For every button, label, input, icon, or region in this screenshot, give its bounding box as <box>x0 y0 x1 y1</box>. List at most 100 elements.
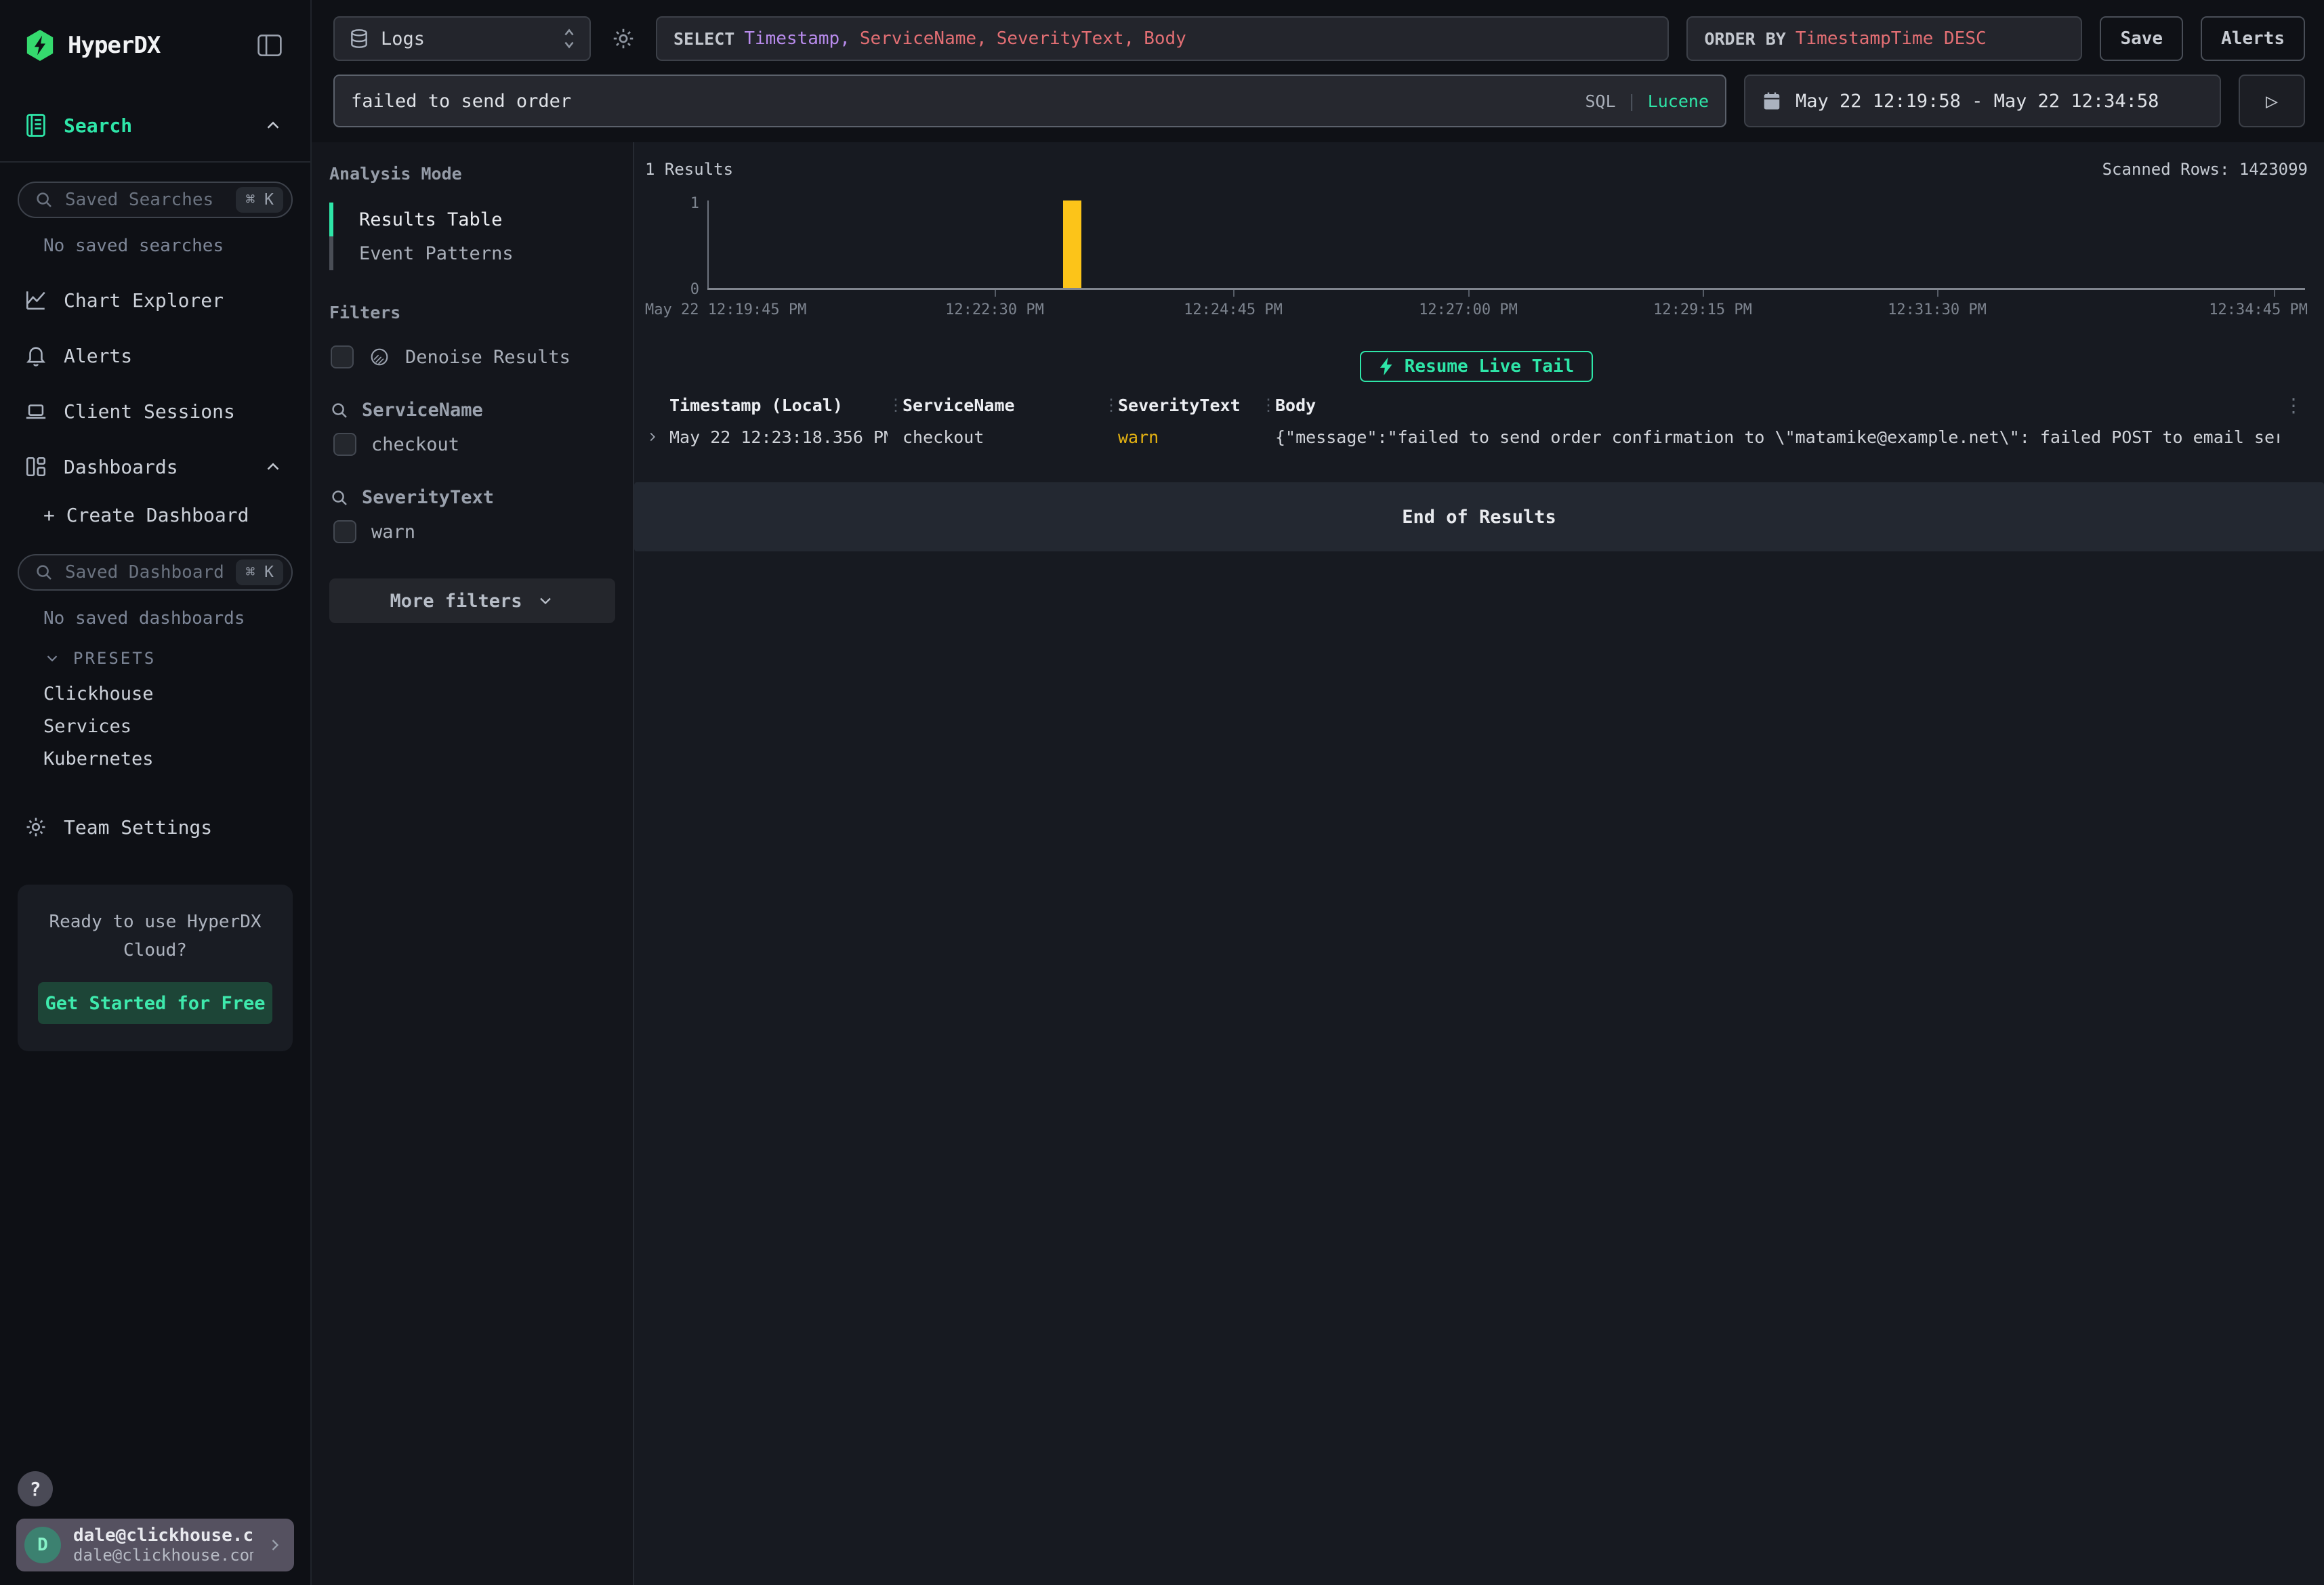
column-separator-icon[interactable] <box>888 396 902 415</box>
laptop-icon <box>24 400 47 423</box>
mode-event-patterns[interactable]: Event Patterns <box>329 236 615 270</box>
bell-icon <box>24 344 47 367</box>
results-area: 1 Results Scanned Rows: 1423099 1 0 May … <box>634 142 2324 1585</box>
saved-searches-input[interactable]: ⌘ K <box>18 182 293 218</box>
analysis-mode-label: Analysis Mode <box>329 164 615 184</box>
chevron-down-icon <box>536 591 555 610</box>
preset-kubernetes[interactable]: Kubernetes <box>0 742 310 775</box>
filter-group-name: SeverityText <box>362 487 494 508</box>
table-row[interactable]: May 22 12:23:18.356 PM checkout warn {"m… <box>645 421 2308 452</box>
y-axis-tick: 0 <box>669 281 699 298</box>
saved-dashboards-field[interactable] <box>65 562 225 583</box>
select-columns-input[interactable]: SELECT Timestamp, ServiceName, SeverityT… <box>656 16 1669 61</box>
column-header-severitytext[interactable]: SeverityText <box>1118 396 1260 415</box>
sidebar-item-label: Alerts <box>64 345 283 367</box>
cloud-promo-card: Ready to use HyperDX Cloud? Get Started … <box>18 885 293 1051</box>
filter-option-warn[interactable]: warn <box>329 520 615 543</box>
column-separator-icon[interactable] <box>1260 396 1275 415</box>
time-range-picker[interactable]: May 22 12:19:58 - May 22 12:34:58 <box>1744 75 2221 127</box>
presets-toggle[interactable]: PRESETS <box>0 649 310 668</box>
column-header-timestamp[interactable]: Timestamp (Local) <box>669 396 888 415</box>
app-logo[interactable]: HyperDX <box>24 28 160 62</box>
presets-label: PRESETS <box>73 649 156 668</box>
sidebar-item-label: Chart Explorer <box>64 289 283 312</box>
chart-bar[interactable] <box>1063 200 1081 288</box>
mode-results-table[interactable]: Results Table <box>329 203 615 236</box>
saved-dashboards-input[interactable]: ⌘ K <box>18 554 293 591</box>
filter-group-servicename[interactable]: ServiceName <box>329 400 615 421</box>
search-icon <box>329 400 350 421</box>
save-button[interactable]: Save <box>2100 16 2183 61</box>
chevron-right-icon <box>266 1536 285 1555</box>
sidebar-item-client-sessions[interactable]: Client Sessions <box>0 383 310 439</box>
cell-body: {"message":"failed to send order confirm… <box>1275 427 2279 447</box>
search-icon <box>329 488 350 508</box>
sidebar: HyperDX Search ⌘ K <box>0 0 312 1585</box>
source-select-value: Logs <box>381 28 550 49</box>
denoise-checkbox[interactable] <box>331 345 354 368</box>
get-started-button[interactable]: Get Started for Free <box>38 982 272 1024</box>
user-menu[interactable]: D dale@clickhouse.com dale@clickhouse.co… <box>16 1519 294 1571</box>
more-filters-button[interactable]: More filters <box>329 578 615 623</box>
select-column: ServiceName, <box>860 28 987 49</box>
create-dashboard-button[interactable]: + Create Dashboard <box>0 494 310 535</box>
scanned-rows: Scanned Rows: 1423099 <box>2102 160 2308 179</box>
search-page-icon <box>24 112 47 138</box>
filters-panel: Analysis Mode Results Table Event Patter… <box>312 142 634 1585</box>
sidebar-collapse-icon[interactable] <box>256 33 283 58</box>
column-header-servicename[interactable]: ServiceName <box>902 396 1103 415</box>
denoise-results-option[interactable]: Denoise Results <box>329 345 615 368</box>
chevron-up-icon[interactable] <box>263 457 283 477</box>
source-select[interactable]: Logs <box>333 16 591 61</box>
y-axis-tick: 1 <box>669 195 699 212</box>
resume-live-tail-button[interactable]: Resume Live Tail <box>1360 351 1593 382</box>
source-settings-gear-icon[interactable] <box>608 16 638 61</box>
filter-option-checkout[interactable]: checkout <box>329 433 615 456</box>
sidebar-item-chart-explorer[interactable]: Chart Explorer <box>0 272 310 328</box>
lucene-toggle[interactable]: Lucene <box>1648 91 1709 111</box>
chart-plot <box>707 200 2305 288</box>
chevron-up-icon[interactable] <box>263 115 283 135</box>
checkout-checkbox[interactable] <box>333 433 356 456</box>
sql-toggle[interactable]: SQL <box>1585 91 1615 111</box>
sidebar-item-label: Team Settings <box>64 816 283 839</box>
x-axis-label: 12:27:00 PM <box>1419 301 1518 318</box>
resume-live-tail-label: Resume Live Tail <box>1405 356 1574 377</box>
run-query-button[interactable]: ▷ <box>2239 75 2305 127</box>
table-options-kebab-icon[interactable] <box>2279 394 2308 417</box>
no-saved-searches-text: No saved searches <box>0 236 310 256</box>
x-axis-label: May 22 12:19:45 PM <box>645 301 806 318</box>
x-axis-tick-mark <box>1233 290 1234 297</box>
sidebar-item-team-settings[interactable]: Team Settings <box>0 799 310 855</box>
saved-searches-field[interactable] <box>65 190 225 210</box>
search-input[interactable] <box>351 91 1573 112</box>
search-query-box[interactable]: SQL | Lucene <box>333 75 1726 127</box>
denoise-icon <box>369 346 390 368</box>
warn-checkbox[interactable] <box>333 520 356 543</box>
alerts-button[interactable]: Alerts <box>2201 16 2305 61</box>
order-by-input[interactable]: ORDER BY TimestampTime DESC <box>1686 16 2082 61</box>
sidebar-item-alerts[interactable]: Alerts <box>0 328 310 383</box>
database-icon <box>348 28 370 49</box>
x-axis-tick-mark <box>1468 290 1470 297</box>
column-header-body[interactable]: Body <box>1275 396 2279 415</box>
filter-option-label: warn <box>371 522 415 543</box>
preset-clickhouse[interactable]: Clickhouse <box>0 677 310 710</box>
time-range-value: May 22 12:19:58 - May 22 12:34:58 <box>1796 91 2159 112</box>
preset-services[interactable]: Services <box>0 710 310 742</box>
results-histogram[interactable]: 1 0 May 22 12:19:45 PM 12:22:30 PM 12:24… <box>645 199 2308 318</box>
filter-group-severitytext[interactable]: SeverityText <box>329 487 615 508</box>
cloud-promo-line2: Cloud? <box>123 940 187 960</box>
search-icon <box>34 562 54 583</box>
user-subtext: dale@clickhouse.com's <box>73 1546 253 1565</box>
row-expand-chevron-icon[interactable] <box>645 428 669 446</box>
sidebar-item-search[interactable]: Search <box>0 104 310 146</box>
x-axis-tick-mark <box>995 290 996 297</box>
help-button[interactable]: ? <box>18 1471 53 1506</box>
sidebar-item-dashboards[interactable]: Dashboards <box>0 439 310 494</box>
x-axis-label: 12:34:45 PM <box>2209 301 2308 318</box>
x-axis-label: 12:31:30 PM <box>1888 301 1987 318</box>
gear-icon <box>24 816 47 839</box>
column-separator-icon[interactable] <box>1103 396 1118 415</box>
x-axis-label: 12:29:15 PM <box>1653 301 1752 318</box>
